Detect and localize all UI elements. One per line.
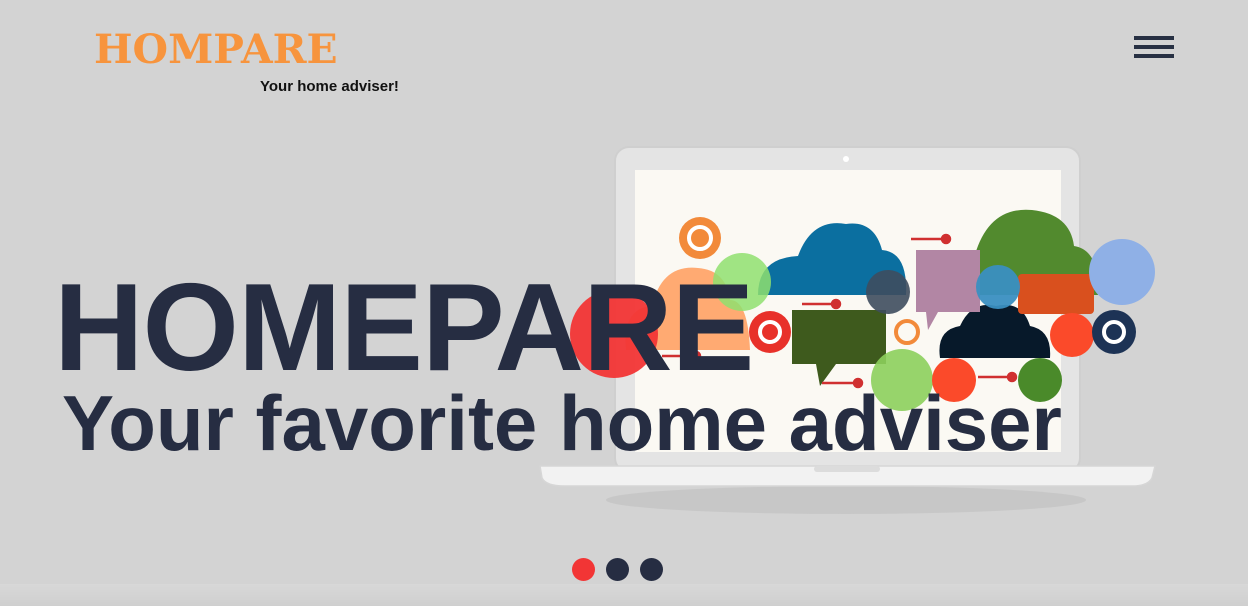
carousel-dot-2[interactable] xyxy=(606,558,629,581)
hero-title: HOMEPARE xyxy=(54,259,754,397)
hamburger-menu-icon[interactable] xyxy=(1132,33,1176,63)
footer-shadow xyxy=(0,584,1248,606)
logo-wordmark: HOMPARE xyxy=(94,26,338,73)
menu-bar xyxy=(1134,54,1174,58)
menu-bar xyxy=(1134,36,1174,40)
carousel-dot-1[interactable] xyxy=(572,558,595,581)
hero-subtitle: Your favorite home adviser xyxy=(62,379,1062,467)
site-logo[interactable]: HOMPARE Your home adviser! xyxy=(94,30,399,96)
menu-bar xyxy=(1134,45,1174,49)
carousel-dot-3[interactable] xyxy=(640,558,663,581)
logo-tagline: Your home adviser! xyxy=(260,78,399,95)
carousel-pagination xyxy=(572,558,663,581)
